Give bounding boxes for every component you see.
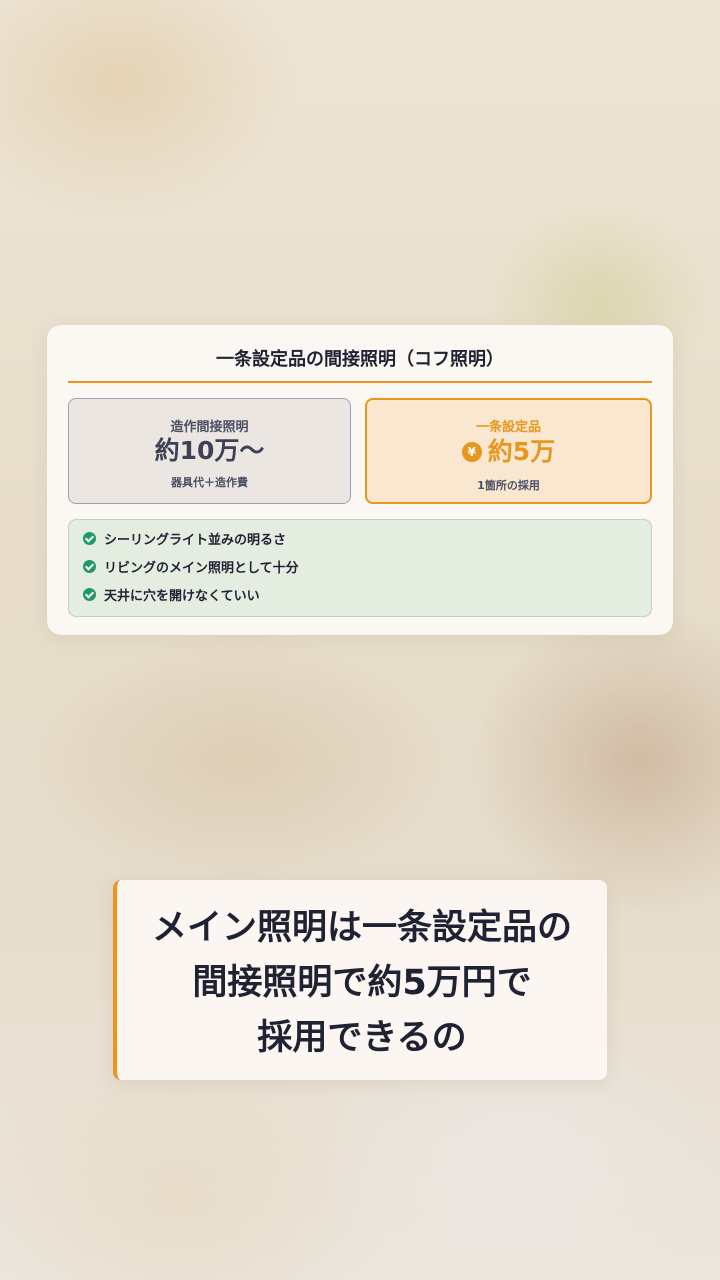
standard-item-label: 一条設定品: [475, 420, 541, 435]
info-card: 一条設定品の間接照明（コフ照明） 造作間接照明 約10万〜 器具代＋造作費 一条…: [47, 325, 673, 635]
check-circle-icon: [83, 560, 96, 573]
standard-item-box: 一条設定品 ¥ 約5万 1箇所の採用: [365, 398, 652, 504]
custom-lighting-label: 造作間接照明: [170, 420, 249, 435]
caption-line: 採用できるの: [257, 1018, 467, 1058]
benefit-text: 天井に穴を開けなくていい: [104, 589, 260, 604]
blurred-background: [0, 0, 720, 1280]
title-divider: [68, 381, 652, 383]
card-title: 一条設定品の間接照明（コフ照明）: [216, 349, 504, 370]
standard-item-price-row: ¥ 約5万: [367, 436, 650, 468]
caption-line: メイン照明は一条設定品の: [151, 908, 572, 948]
list-item: 天井に穴を開けなくていい: [83, 587, 260, 607]
check-circle-icon: [83, 588, 96, 601]
list-item: リビングのメイン照明として十分: [83, 559, 299, 579]
benefit-text: リビングのメイン照明として十分: [104, 561, 299, 576]
caption-box: メイン照明は一条設定品の 間接照明で約5万円で 採用できるの: [113, 880, 607, 1080]
benefit-text: シーリングライト並みの明るさ: [104, 533, 287, 548]
standard-item-note: 1箇所の採用: [477, 479, 540, 492]
standard-item-price: 約5万: [487, 437, 556, 466]
custom-lighting-price: 約10万〜: [154, 436, 265, 465]
benefits-list: シーリングライト並みの明るさ リビングのメイン照明として十分 天井に穴を開けなく…: [68, 519, 652, 617]
check-circle-icon: [83, 532, 96, 545]
caption-line: 間接照明で約5万円で: [192, 963, 532, 1003]
custom-lighting-note: 器具代＋造作費: [171, 476, 248, 489]
yen-icon: ¥: [461, 442, 482, 462]
custom-lighting-box: 造作間接照明 約10万〜 器具代＋造作費: [68, 398, 351, 504]
list-item: シーリングライト並みの明るさ: [83, 531, 286, 551]
